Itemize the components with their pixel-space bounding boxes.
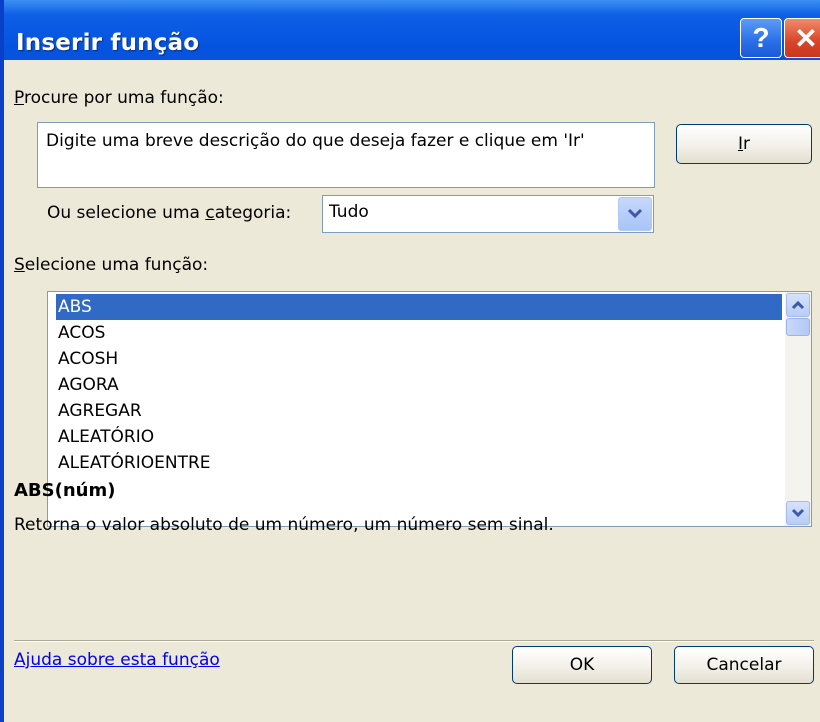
dialog-title: Inserir função (16, 30, 200, 56)
function-item[interactable]: ABS (56, 294, 782, 320)
search-label-text: rocure por uma função: (23, 88, 224, 108)
close-icon: ✕ (794, 22, 818, 54)
function-item[interactable]: AGORA (56, 372, 782, 398)
functions-label: Selecione uma função: (14, 255, 208, 275)
category-label: Ou selecione uma categoria: (47, 203, 291, 223)
chevron-up-icon (791, 300, 805, 310)
insert-function-dialog: Inserir função ? ✕ Procure por uma funçã… (0, 0, 820, 722)
dialog-body: Procure por uma função: Digite uma breve… (4, 60, 820, 722)
cancel-button[interactable]: Cancelar (674, 646, 814, 684)
search-label-mnemonic: P (14, 88, 24, 108)
category-label-after: ategoria: (214, 203, 292, 223)
function-item[interactable]: ACOSH (56, 346, 782, 372)
search-input[interactable]: Digite uma breve descrição do que deseja… (37, 122, 655, 188)
category-label-mnemonic: c (205, 203, 215, 223)
function-item[interactable]: AGREGAR (56, 398, 782, 424)
category-selected-value: Tudo (329, 202, 369, 222)
close-button[interactable]: ✕ (784, 18, 820, 58)
go-button-text: r (743, 134, 750, 154)
chevron-down-icon (791, 508, 805, 518)
functions-label-text: elecione uma função: (24, 255, 209, 275)
functions-listbox[interactable]: ABS ACOS ACOSH AGORA AGREGAR ALEATÓRIO A… (47, 291, 812, 527)
scroll-thumb[interactable] (786, 318, 810, 336)
help-button[interactable]: ? (740, 18, 782, 58)
question-icon: ? (752, 22, 770, 53)
help-link[interactable]: Ajuda sobre esta função (14, 650, 220, 670)
function-item[interactable]: ACOS (56, 320, 782, 346)
function-item[interactable]: ALEATÓRIOENTRE (56, 450, 782, 476)
ok-button[interactable]: OK (512, 646, 652, 684)
search-label: Procure por uma função: (14, 88, 224, 108)
function-signature: ABS(núm) (14, 480, 116, 501)
search-input-value: Digite uma breve descrição do que deseja… (46, 131, 585, 151)
go-button[interactable]: Ir (676, 124, 812, 164)
functions-scrollbar[interactable] (785, 292, 811, 526)
ok-button-label: OK (569, 655, 595, 675)
footer-divider (14, 640, 814, 642)
cancel-button-label: Cancelar (706, 655, 782, 675)
scroll-up-button[interactable] (786, 293, 810, 317)
category-label-before: Ou selecione uma (47, 203, 206, 223)
chevron-down-icon (627, 208, 643, 219)
function-description: Retorna o valor absoluto de um número, u… (14, 515, 554, 535)
function-item[interactable]: ALEATÓRIO (56, 424, 782, 450)
functions-label-mnemonic: S (14, 255, 25, 275)
category-dropdown-button[interactable] (618, 197, 652, 231)
scroll-down-button[interactable] (786, 501, 810, 525)
category-select[interactable]: Tudo (322, 195, 654, 233)
